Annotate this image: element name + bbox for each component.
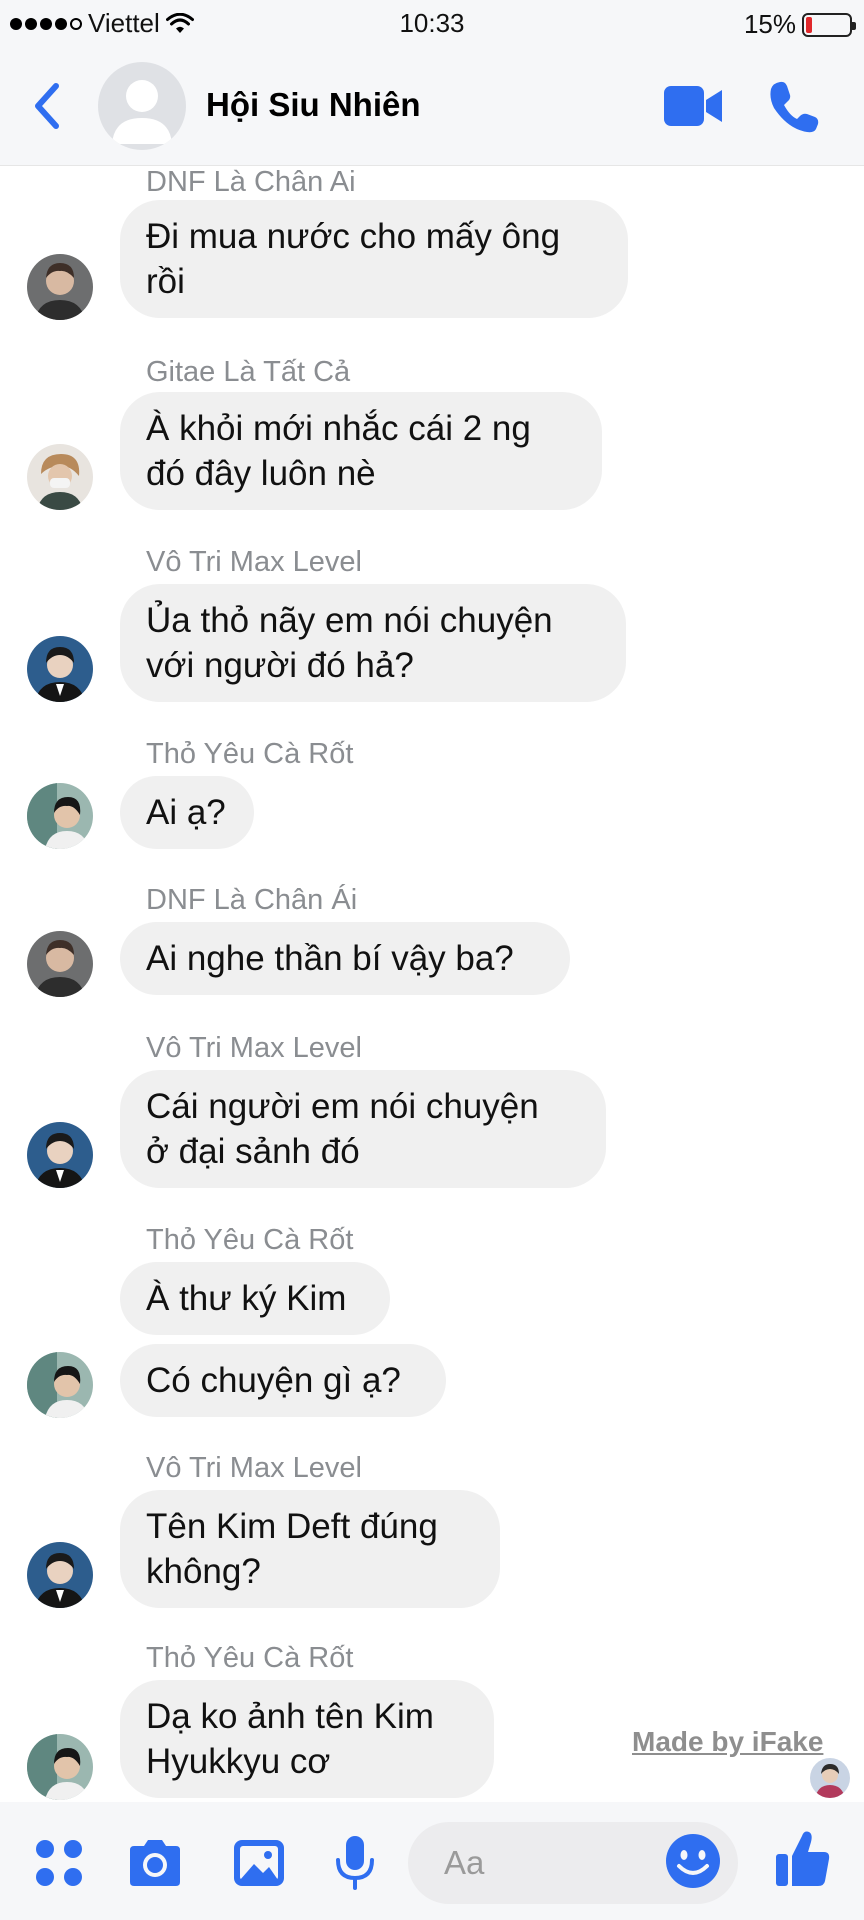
chat-title[interactable]: Hội Siu Nhiên bbox=[206, 86, 421, 124]
message-bubble[interactable]: Đi mua nước cho mấy ông rồi bbox=[120, 200, 628, 318]
message-text: Đi mua nước cho mấy ông rồi bbox=[146, 217, 561, 301]
emoji-icon bbox=[666, 1834, 720, 1888]
avatar-person-icon bbox=[27, 1122, 93, 1188]
avatar[interactable] bbox=[27, 1734, 93, 1800]
sender-name: Vô Tri Max Level bbox=[146, 1452, 362, 1484]
sender-name: Thỏ Yêu Cà Rốt bbox=[146, 1224, 354, 1256]
avatar[interactable] bbox=[27, 783, 93, 849]
message-bubble[interactable]: Cái người em nói chuyện ở đại sảnh đó bbox=[120, 1070, 606, 1188]
message-bubble[interactable]: Tên Kim Deft đúng không? bbox=[120, 1490, 500, 1608]
message-bubble[interactable]: Ai nghe thần bí vậy ba? bbox=[120, 922, 570, 995]
avatar-person-icon bbox=[27, 444, 93, 510]
phone-icon bbox=[770, 81, 819, 133]
message-text: Ủa thỏ nãy em nói chuyện với người đó hả… bbox=[146, 601, 553, 685]
message-bubble[interactable]: Dạ ko ảnh tên Kim Hyukkyu cơ bbox=[120, 1680, 494, 1798]
message-bubble[interactable]: Ủa thỏ nãy em nói chuyện với người đó hả… bbox=[120, 584, 626, 702]
gallery-button[interactable] bbox=[230, 1834, 288, 1892]
battery-icon bbox=[802, 12, 856, 37]
battery-percent: 15% bbox=[743, 9, 796, 39]
video-call-button[interactable] bbox=[662, 82, 724, 130]
sender-name: DNF Là Chân Ai bbox=[146, 166, 356, 198]
like-button[interactable] bbox=[774, 1828, 832, 1886]
avatar-person-icon bbox=[27, 1542, 93, 1608]
status-bar: Viettel 10:33 15% bbox=[0, 0, 864, 46]
apps-grid-icon bbox=[36, 1840, 82, 1886]
message-text: À khỏi mới nhắc cái 2 ng đó đây luôn nè bbox=[146, 409, 531, 493]
message-text: Ai ạ? bbox=[146, 793, 226, 832]
back-chevron-icon bbox=[35, 83, 59, 129]
group-avatar[interactable] bbox=[98, 62, 186, 150]
avatar-person-icon bbox=[27, 636, 93, 702]
camera-button[interactable] bbox=[126, 1834, 184, 1892]
sender-name: Gitae Là Tất Cả bbox=[146, 356, 351, 388]
thumbs-up-icon bbox=[776, 1831, 830, 1886]
avatar[interactable] bbox=[27, 1542, 93, 1608]
message-text: Có chuyện gì ạ? bbox=[146, 1361, 401, 1400]
message-text: Ai nghe thần bí vậy ba? bbox=[146, 939, 514, 978]
message-text: À thư ký Kim bbox=[146, 1279, 347, 1318]
group-avatar-icon bbox=[112, 80, 172, 144]
battery-level-fill bbox=[806, 16, 812, 33]
message-composer bbox=[0, 1802, 864, 1920]
sender-name: DNF Là Chân Ái bbox=[146, 884, 358, 916]
microphone-icon bbox=[336, 1836, 374, 1890]
message-bubble[interactable]: Có chuyện gì ạ? bbox=[120, 1344, 446, 1417]
video-camera-icon bbox=[664, 86, 722, 126]
avatar[interactable] bbox=[27, 636, 93, 702]
voice-call-button[interactable] bbox=[766, 78, 822, 134]
avatar-person-icon bbox=[27, 931, 93, 997]
status-time: 10:33 bbox=[399, 8, 465, 38]
message-text: Dạ ko ảnh tên Kim Hyukkyu cơ bbox=[146, 1697, 434, 1781]
avatar[interactable] bbox=[27, 1122, 93, 1188]
avatar-person-icon bbox=[27, 1352, 93, 1418]
sender-name: Vô Tri Max Level bbox=[146, 1032, 362, 1064]
seen-indicator-avatar bbox=[810, 1758, 850, 1798]
emoji-button[interactable] bbox=[664, 1832, 722, 1890]
avatar[interactable] bbox=[27, 444, 93, 510]
status-right: 15% bbox=[743, 9, 856, 40]
message-bubble[interactable]: À khỏi mới nhắc cái 2 ng đó đây luôn nè bbox=[120, 392, 602, 510]
back-button[interactable] bbox=[28, 78, 72, 134]
chat-header: Hội Siu Nhiên bbox=[0, 46, 864, 166]
camera-icon bbox=[130, 1840, 180, 1886]
avatar[interactable] bbox=[27, 1352, 93, 1418]
avatar[interactable] bbox=[27, 931, 93, 997]
sender-name: Vô Tri Max Level bbox=[146, 546, 362, 578]
seen-avatar-icon bbox=[810, 1758, 850, 1798]
message-text: Tên Kim Deft đúng không? bbox=[146, 1507, 438, 1591]
message-list[interactable]: DNF Là Chân Ai Đi mua nước cho mấy ông r… bbox=[0, 166, 864, 1802]
message-text: Cái người em nói chuyện ở đại sảnh đó bbox=[146, 1087, 539, 1171]
apps-button[interactable] bbox=[30, 1834, 88, 1892]
avatar-person-icon bbox=[27, 254, 93, 320]
photo-gallery-icon bbox=[234, 1840, 284, 1886]
watermark: Made by iFake bbox=[632, 1726, 824, 1757]
avatar[interactable] bbox=[27, 254, 93, 320]
avatar-person-icon bbox=[27, 783, 93, 849]
message-bubble[interactable]: À thư ký Kim bbox=[120, 1262, 390, 1335]
sender-name: Thỏ Yêu Cà Rốt bbox=[146, 1642, 354, 1674]
sender-name: Thỏ Yêu Cà Rốt bbox=[146, 738, 354, 770]
voice-message-button[interactable] bbox=[326, 1834, 384, 1892]
avatar-person-icon bbox=[27, 1734, 93, 1800]
message-bubble[interactable]: Ai ạ? bbox=[120, 776, 254, 849]
